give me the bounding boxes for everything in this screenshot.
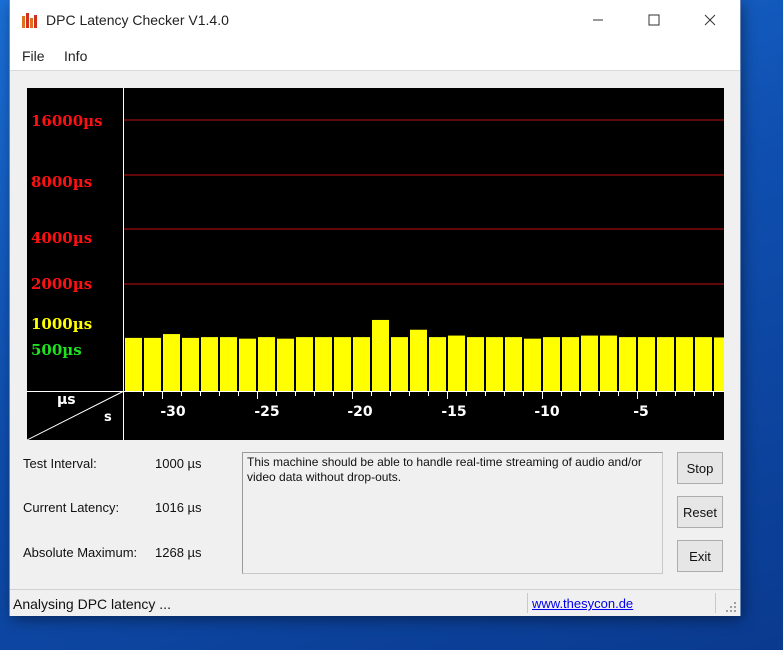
latency-bar xyxy=(372,319,389,391)
x-tick: -25 xyxy=(254,404,280,420)
latency-bar xyxy=(448,335,465,391)
exit-button[interactable]: Exit xyxy=(677,540,723,572)
latency-bar xyxy=(220,337,237,391)
latency-bar xyxy=(638,337,655,391)
status-separator xyxy=(715,593,716,613)
latency-chart-svg xyxy=(27,88,724,440)
latency-bar xyxy=(391,337,408,391)
minimize-button[interactable] xyxy=(570,0,626,40)
menu-info[interactable]: Info xyxy=(64,48,87,64)
x-tick: -20 xyxy=(347,404,373,420)
current-latency-label: Current Latency: xyxy=(23,500,120,515)
menu-file[interactable]: File xyxy=(22,48,45,64)
latency-bar xyxy=(562,337,579,391)
y-label-1000: 1000µs xyxy=(31,315,93,333)
latency-bar xyxy=(524,338,541,391)
x-tick: -30 xyxy=(160,404,186,420)
result-message: This machine should be able to handle re… xyxy=(247,455,642,484)
y-label-16000: 16000µs xyxy=(31,112,103,130)
y-label-500: 500µs xyxy=(31,341,82,359)
latency-bar xyxy=(144,337,161,391)
menu-bar: File Info xyxy=(10,40,740,71)
absolute-max-value: 1268 µs xyxy=(155,545,202,560)
latency-bar xyxy=(695,337,712,391)
latency-bar xyxy=(315,337,332,391)
latency-bar xyxy=(619,337,636,391)
latency-bar xyxy=(163,334,180,391)
latency-bar xyxy=(600,335,617,391)
resize-grip-icon[interactable] xyxy=(726,602,736,612)
window-title: DPC Latency Checker V1.4.0 xyxy=(46,12,229,28)
close-icon xyxy=(704,14,716,26)
corner-unit-us: µs xyxy=(57,392,76,408)
main-window: DPC Latency Checker V1.4.0 File Info 160… xyxy=(10,0,740,616)
latency-bar xyxy=(125,337,142,391)
reset-button[interactable]: Reset xyxy=(677,496,723,528)
result-message-box: This machine should be able to handle re… xyxy=(242,452,663,574)
current-latency-value: 1016 µs xyxy=(155,500,202,515)
latency-bar xyxy=(182,337,199,391)
app-icon xyxy=(22,13,37,28)
latency-bar xyxy=(486,337,503,391)
x-tick: -10 xyxy=(534,404,560,420)
latency-bar xyxy=(353,337,370,391)
latency-bar xyxy=(296,337,313,391)
latency-bar xyxy=(277,338,294,391)
x-tick: -15 xyxy=(441,404,467,420)
latency-bar xyxy=(410,329,427,391)
latency-bar xyxy=(239,338,256,391)
y-label-2000: 2000µs xyxy=(31,275,93,293)
latency-bar xyxy=(581,335,598,391)
close-button[interactable] xyxy=(682,0,738,40)
latency-bar xyxy=(676,337,693,391)
status-bar: Analysing DPC latency ... www.thesycon.d… xyxy=(10,589,740,616)
latency-bar xyxy=(201,337,218,391)
latency-graph: 16000µs 8000µs 4000µs 2000µs 1000µs 500µ… xyxy=(27,88,724,440)
x-tick: -5 xyxy=(633,404,649,420)
test-interval-label: Test Interval: xyxy=(23,456,97,471)
latency-bar xyxy=(657,337,674,391)
latency-bar xyxy=(258,337,275,391)
latency-bar xyxy=(543,337,560,391)
corner-unit-s: s xyxy=(104,410,112,425)
minimize-icon xyxy=(593,19,603,21)
maximize-button[interactable] xyxy=(626,0,682,40)
y-label-8000: 8000µs xyxy=(31,173,93,191)
maximize-icon xyxy=(648,14,660,26)
status-separator xyxy=(527,593,528,613)
latency-bar xyxy=(429,337,446,391)
y-label-4000: 4000µs xyxy=(31,229,93,247)
latency-bar xyxy=(505,337,522,391)
status-text: Analysing DPC latency ... xyxy=(13,596,171,612)
title-bar[interactable]: DPC Latency Checker V1.4.0 xyxy=(10,0,740,40)
latency-bar xyxy=(714,337,724,391)
absolute-max-label: Absolute Maximum: xyxy=(23,545,138,560)
stop-button[interactable]: Stop xyxy=(677,452,723,484)
latency-bar xyxy=(467,337,484,391)
test-interval-value: 1000 µs xyxy=(155,456,202,471)
thesycon-link[interactable]: www.thesycon.de xyxy=(532,596,633,611)
latency-bar xyxy=(334,337,351,391)
